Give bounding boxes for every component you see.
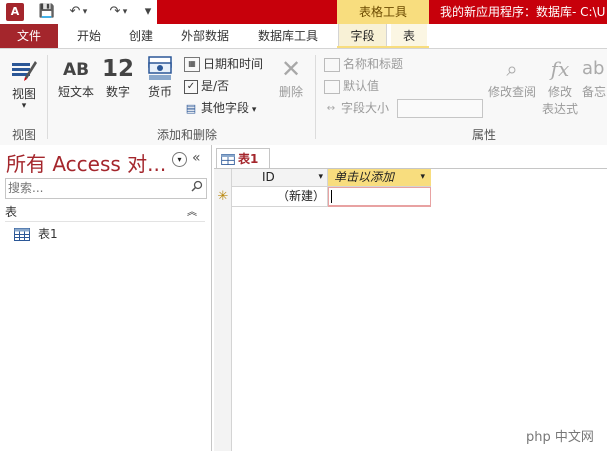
tab-home[interactable]: 开始 bbox=[72, 24, 106, 48]
new-record-add-cell[interactable] bbox=[328, 187, 431, 207]
nav-item-label: 表1 bbox=[38, 227, 58, 241]
name-caption-icon bbox=[324, 57, 340, 72]
delete-button[interactable]: ✕ 删除 bbox=[274, 55, 308, 100]
add-delete-group-label: 添加和删除 bbox=[156, 128, 217, 142]
modify-lookups-button[interactable]: ⌕ 修改查阅 bbox=[486, 55, 538, 100]
name-caption-label: 名称和标题 bbox=[343, 57, 404, 71]
memo-label: 备忘 bbox=[582, 85, 607, 99]
customize-qat-icon[interactable]: ▾ bbox=[142, 3, 154, 21]
ribbon-tabs: 文件 开始 创建 外部数据 数据库工具 字段 表 bbox=[0, 24, 607, 49]
name-caption-button[interactable]: 名称和标题 bbox=[324, 55, 403, 73]
field-size-icon: ↔ bbox=[326, 102, 336, 114]
yes-no-label: 是/否 bbox=[201, 79, 230, 93]
field-size-label-row: ↔ 字段大小 bbox=[324, 99, 389, 117]
column-header-id-label: ID bbox=[262, 170, 275, 184]
nav-search-input[interactable] bbox=[6, 179, 188, 196]
view-dropdown-icon: ▾ bbox=[21, 101, 27, 111]
access-app-icon[interactable]: A bbox=[6, 3, 24, 21]
watermark: php 中文网 bbox=[526, 430, 594, 445]
tab-table[interactable]: 表 bbox=[391, 24, 427, 48]
nav-pane-title[interactable]: 所有 Access 对... bbox=[6, 148, 166, 177]
number-icon: 12 bbox=[101, 56, 134, 82]
column-dropdown-icon[interactable]: ▾ bbox=[318, 169, 323, 186]
nav-group-label: 表 bbox=[5, 205, 18, 219]
column-header-id[interactable]: ID ▾ bbox=[232, 169, 328, 187]
memo-settings-button[interactable]: ab 备忘 bbox=[582, 55, 607, 100]
tab-fields[interactable]: 字段 bbox=[338, 24, 387, 48]
table-icon bbox=[14, 228, 30, 241]
new-record-id-text: （新建） bbox=[276, 189, 325, 203]
tab-database-tools[interactable]: 数据库工具 bbox=[252, 24, 324, 48]
short-text-button[interactable]: AB 短文本 bbox=[54, 55, 98, 100]
default-value-label: 默认值 bbox=[343, 79, 380, 93]
delete-label: 删除 bbox=[278, 85, 303, 99]
new-record-marker-icon: ✳ bbox=[217, 189, 229, 204]
table-icon bbox=[221, 154, 235, 165]
view-group-label: 视图 bbox=[11, 128, 36, 142]
date-time-label: 日期和时间 bbox=[203, 57, 264, 71]
modify-expression-label-1: 修改 bbox=[547, 85, 572, 99]
window-title: 我的新应用程序：数据库- C:\U bbox=[440, 5, 606, 19]
short-text-icon: AB bbox=[62, 60, 90, 80]
currency-label: 货币 bbox=[147, 85, 172, 99]
currency-icon bbox=[148, 56, 172, 80]
short-text-label: 短文本 bbox=[57, 85, 94, 99]
more-fields-label: 其他字段 bbox=[201, 101, 250, 115]
column-header-click-to-add[interactable]: 单击以添加 ▾ bbox=[328, 169, 431, 187]
undo-dropdown-icon[interactable]: ▾ bbox=[80, 3, 90, 21]
date-time-button[interactable]: ▦ 日期和时间 bbox=[184, 55, 263, 73]
view-button[interactable]: 视图 ▾ bbox=[6, 55, 42, 111]
table-tools-context-label: 表格工具 bbox=[337, 0, 429, 24]
number-label: 数字 bbox=[105, 85, 130, 99]
tab-external-data[interactable]: 外部数据 bbox=[176, 24, 234, 48]
ribbon: 视图 ▾ 视图 AB 短文本 12 数字 货币 ▦ 日期和时间 ✓ 是/否 ▤ 其他字… bbox=[0, 49, 607, 146]
currency-button[interactable]: 货币 bbox=[140, 55, 180, 100]
modify-lookups-label: 修改查阅 bbox=[487, 85, 536, 99]
redo-dropdown-icon[interactable]: ▾ bbox=[120, 3, 130, 21]
group-separator bbox=[47, 55, 48, 139]
field-size-label: 字段大小 bbox=[341, 101, 390, 115]
field-size-input[interactable] bbox=[397, 99, 483, 118]
delete-icon: ✕ bbox=[280, 55, 302, 83]
view-icon bbox=[12, 61, 37, 81]
context-tab-underline bbox=[337, 46, 429, 48]
modify-expression-label-2: 表达式 bbox=[541, 102, 578, 116]
save-icon[interactable]: 💾 bbox=[38, 3, 56, 21]
modify-expression-button[interactable]: fx 修改 表达式 bbox=[540, 55, 580, 117]
tab-file[interactable]: 文件 bbox=[0, 24, 58, 48]
column-dropdown-icon[interactable]: ▾ bbox=[420, 169, 425, 186]
tab-create[interactable]: 创建 bbox=[124, 24, 158, 48]
search-icon[interactable] bbox=[188, 180, 205, 197]
more-fields-button[interactable]: ▤ 其他字段 ▾ bbox=[184, 99, 257, 117]
memo-icon: ab bbox=[582, 58, 605, 79]
more-fields-icon: ▤ bbox=[185, 102, 197, 115]
text-cursor bbox=[331, 190, 332, 203]
document-tab-label: 表1 bbox=[238, 152, 259, 166]
view-button-label: 视图 bbox=[11, 87, 36, 101]
new-record-id-cell[interactable]: （新建） bbox=[232, 187, 328, 207]
more-fields-dropdown-icon: ▾ bbox=[249, 105, 257, 115]
record-selector-column[interactable] bbox=[214, 169, 232, 451]
modify-lookups-icon: ⌕ bbox=[506, 57, 518, 81]
click-to-add-label: 单击以添加 bbox=[334, 170, 395, 184]
yes-no-button[interactable]: ✓ 是/否 bbox=[184, 77, 229, 95]
nav-search-box bbox=[5, 178, 207, 199]
nav-group-header-tables[interactable]: 表 ︽ bbox=[5, 203, 205, 222]
collapse-pane-icon[interactable]: « bbox=[192, 150, 201, 166]
number-button[interactable]: 12 数字 bbox=[100, 55, 136, 100]
nav-menu-dropdown-icon[interactable]: ▾ bbox=[172, 152, 187, 167]
properties-group-label: 属性 bbox=[471, 128, 496, 142]
function-icon: fx bbox=[550, 57, 570, 81]
checkbox-icon: ✓ bbox=[184, 79, 198, 94]
calendar-icon: ▦ bbox=[184, 57, 200, 72]
collapse-group-icon[interactable]: ︽ bbox=[187, 203, 197, 218]
group-separator bbox=[315, 55, 316, 139]
document-tab-table1[interactable]: 表1 bbox=[216, 148, 270, 169]
nav-item-table1[interactable]: 表1 bbox=[14, 225, 58, 243]
default-value-button[interactable]: 默认值 bbox=[324, 77, 379, 95]
default-value-icon bbox=[324, 79, 340, 94]
navigation-pane: 所有 Access 对... ▾ « 表 ︽ 表1 bbox=[0, 145, 212, 451]
